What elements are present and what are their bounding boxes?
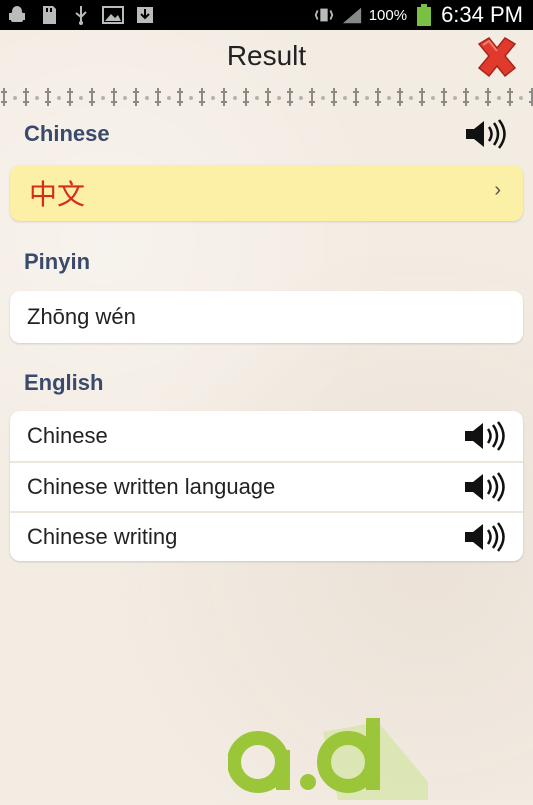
spiral-ring: [309, 88, 315, 106]
close-button[interactable]: [473, 34, 521, 80]
spiral-hole: [519, 96, 523, 100]
english-label: English: [24, 370, 104, 395]
download-icon: [134, 5, 156, 25]
speaker-button[interactable]: [463, 419, 509, 453]
sd-card-icon: [38, 5, 60, 25]
spiral-hole: [35, 96, 39, 100]
spiral-ring: [1, 88, 7, 106]
english-meaning: Chinese: [27, 423, 108, 448]
spiral-ring: [529, 88, 533, 106]
speaker-button[interactable]: [463, 470, 509, 504]
list-item[interactable]: Chinese: [10, 411, 523, 461]
clock: 6:34 PM: [441, 2, 523, 27]
spiral-hole: [13, 96, 17, 100]
signal-icon: [341, 5, 363, 25]
android-icon: [6, 5, 28, 25]
spiral-ring: [375, 88, 381, 106]
status-bar: 100% 6:34 PM: [0, 0, 533, 30]
speaker-icon: [465, 421, 505, 451]
page-title: Result: [226, 40, 307, 71]
spiral-ring: [419, 88, 425, 106]
spiral-hole: [233, 96, 237, 100]
speaker-icon: [466, 119, 506, 149]
english-list: Chinese Chinese written language Chinese…: [10, 411, 523, 561]
pinyin-card: Zhōng wén: [10, 291, 523, 343]
list-item[interactable]: Chinese written language: [10, 462, 523, 512]
chinese-word-row: 中文: [10, 168, 523, 218]
spiral-binding: [0, 84, 533, 110]
spiral-hole: [409, 96, 413, 100]
spiral-ring: [177, 88, 183, 106]
spiral-ring: [485, 88, 491, 106]
pinyin-text: Zhōng wén: [27, 304, 136, 329]
spiral-hole: [453, 96, 457, 100]
english-meaning: Chinese writing: [27, 524, 178, 549]
battery-icon: [413, 4, 435, 26]
spiral-ring: [243, 88, 249, 106]
image-icon: [102, 5, 124, 25]
spiral-ring: [331, 88, 337, 106]
close-icon: [477, 37, 517, 78]
spiral-hole: [167, 96, 171, 100]
spiral-hole: [321, 96, 325, 100]
spiral-ring: [507, 88, 513, 106]
spiral-hole: [343, 96, 347, 100]
spiral-hole: [431, 96, 435, 100]
spiral-ring: [265, 88, 271, 106]
pinyin-label: Pinyin: [24, 249, 91, 274]
battery-percent: 100%: [368, 6, 408, 24]
spiral-hole: [475, 96, 479, 100]
spiral-hole: [123, 96, 127, 100]
spiral-hole: [211, 96, 215, 100]
chevron-right-icon: ›: [494, 179, 501, 201]
spiral-hole: [255, 96, 259, 100]
spiral-ring: [441, 88, 447, 106]
spiral-ring: [45, 88, 51, 106]
spiral-hole: [101, 96, 105, 100]
spiral-ring: [199, 88, 205, 106]
spiral-hole: [497, 96, 501, 100]
spiral-ring: [133, 88, 139, 106]
spiral-ring: [67, 88, 73, 106]
chinese-word-card[interactable]: 中文 ›: [10, 165, 523, 221]
spiral-hole: [277, 96, 281, 100]
spiral-ring: [287, 88, 293, 106]
vibrate-icon: [313, 5, 335, 25]
chinese-word: 中文: [29, 179, 86, 210]
chinese-speaker-button[interactable]: [464, 118, 510, 150]
spiral-ring: [89, 88, 95, 106]
speaker-button[interactable]: [463, 520, 509, 554]
spiral-hole: [365, 96, 369, 100]
logo-icon: [227, 718, 428, 800]
spiral-ring: [397, 88, 403, 106]
spiral-ring: [111, 88, 117, 106]
spiral-ring: [221, 88, 227, 106]
spiral-hole: [57, 96, 61, 100]
spiral-hole: [79, 96, 83, 100]
ad-logo[interactable]: [227, 712, 428, 800]
spiral-ring: [463, 88, 469, 106]
speaker-icon: [465, 472, 505, 502]
spiral-hole: [299, 96, 303, 100]
title-bar: Result: [0, 30, 533, 84]
english-meaning: Chinese written language: [27, 474, 276, 499]
spiral-ring: [155, 88, 161, 106]
spiral-hole: [387, 96, 391, 100]
chinese-label: Chinese: [24, 121, 110, 146]
pinyin-row: Zhōng wén: [10, 292, 523, 342]
spiral-hole: [189, 96, 193, 100]
spiral-ring: [353, 88, 359, 106]
spiral-hole: [145, 96, 149, 100]
list-item[interactable]: Chinese writing: [10, 512, 523, 562]
usb-icon: [70, 5, 92, 25]
spiral-ring: [23, 88, 29, 106]
speaker-icon: [465, 522, 505, 552]
